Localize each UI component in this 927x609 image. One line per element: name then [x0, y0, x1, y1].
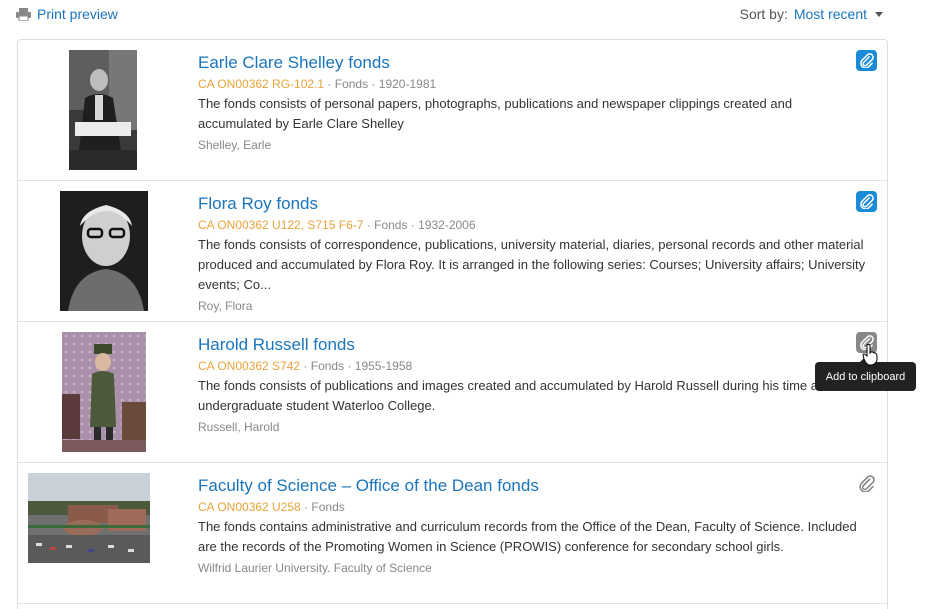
sort-label: Sort by: [739, 6, 788, 22]
result-title-link[interactable]: Faculty of Science – Office of the Dean … [198, 475, 539, 497]
paperclip-icon [860, 194, 874, 209]
print-preview-label: Print preview [37, 6, 118, 22]
result-description: The fonds consists of correspondence, pu… [198, 237, 866, 292]
results-list: Earle Clare Shelley fonds CA ON00362 RG-… [17, 39, 888, 609]
reference-code: CA ON00362 RG-102.1 [198, 77, 325, 91]
level-of-description: Fonds [374, 218, 408, 232]
result-creator: Roy, Flora [198, 299, 253, 313]
result-description: The fonds contains administrative and cu… [198, 519, 857, 554]
clipboard-button[interactable] [856, 473, 877, 494]
printer-icon [16, 7, 31, 21]
result-title-link[interactable]: Earle Clare Shelley fonds [198, 52, 390, 74]
result-creator: Shelley, Earle [198, 138, 272, 152]
result-meta: CA ON00362 U122, S715 F6-7 · Fonds · 193… [198, 218, 476, 232]
result-title-link[interactable]: Flora Roy fonds [198, 193, 318, 215]
dates: 1955-1958 [354, 359, 413, 373]
result-row: Flora Roy fonds CA ON00362 U122, S715 F6… [18, 181, 887, 322]
result-title-link[interactable]: Harold Russell fonds [198, 334, 355, 356]
chevron-down-icon[interactable] [875, 11, 883, 17]
result-creator: Russell, Harold [198, 420, 280, 434]
reference-code: CA ON00362 S742 [198, 359, 301, 373]
level-of-description: Fonds [311, 500, 345, 514]
result-creator: Wilfrid Laurier University. Faculty of S… [198, 561, 432, 575]
result-info: Harold Russell fonds CA ON00362 S742 · F… [198, 334, 868, 435]
reference-code: CA ON00362 U258 [198, 500, 301, 514]
paperclip-icon [860, 53, 874, 68]
result-description: The fonds consists of personal papers, p… [198, 96, 793, 131]
sort-control: Sort by: Most recent [740, 6, 883, 22]
clipboard-button[interactable] [856, 191, 877, 212]
thumbnail-image[interactable] [69, 50, 137, 170]
level-of-description: Fonds [310, 359, 345, 373]
result-meta: CA ON00362 U258 · Fonds [198, 500, 345, 514]
result-meta: CA ON00362 RG-102.1 · Fonds · 1920-1981 [198, 77, 437, 91]
dates: 1920-1981 [378, 77, 437, 91]
clipboard-button[interactable] [856, 50, 877, 71]
dates: 1932-2006 [418, 218, 476, 232]
print-preview-link[interactable]: Print preview [16, 6, 118, 22]
level-of-description: Fonds [334, 77, 369, 91]
clipboard-tooltip: Add to clipboard [815, 357, 916, 391]
thumbnail-image[interactable] [60, 191, 148, 311]
hand-cursor-icon [862, 344, 878, 366]
result-row: Earle Clare Shelley fonds CA ON00362 RG-… [18, 40, 887, 181]
result-meta: CA ON00362 S742 · Fonds · 1955-1958 [198, 359, 413, 373]
result-info: Flora Roy fonds CA ON00362 U122, S715 F6… [198, 193, 868, 314]
sort-dropdown[interactable]: Most recent [794, 6, 867, 22]
thumbnail-image[interactable] [62, 332, 146, 452]
top-toolbar: Print preview Sort by: Most recent [0, 0, 927, 30]
reference-code: CA ON00362 U122, S715 F6-7 [198, 218, 364, 232]
result-description: The fonds consists of publications and i… [198, 378, 843, 413]
result-row: Faculty of Science – Office of the Dean … [18, 463, 887, 604]
paperclip-icon [859, 475, 875, 492]
result-info: Earle Clare Shelley fonds CA ON00362 RG-… [198, 52, 868, 153]
result-info: Faculty of Science – Office of the Dean … [198, 475, 868, 576]
result-row: Harold Russell fonds CA ON00362 S742 · F… [18, 322, 887, 463]
thumbnail-image[interactable] [28, 473, 150, 563]
